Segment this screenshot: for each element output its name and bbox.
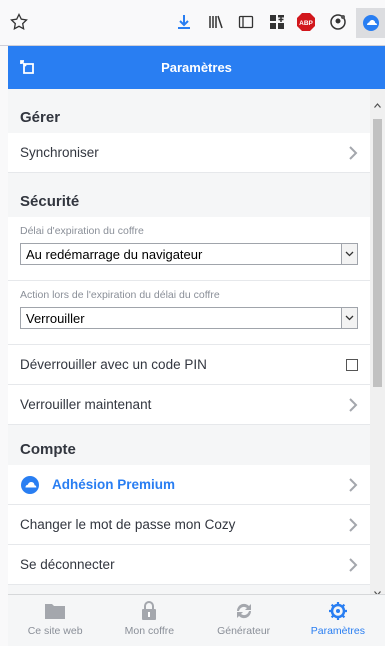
tab-generator[interactable]: Générateur xyxy=(197,595,291,646)
cozy-cloud-icon xyxy=(21,475,39,494)
lock-now-label: Verrouiller maintenant xyxy=(20,397,152,412)
timeout-value: Au redémarrage du navigateur xyxy=(26,246,203,262)
action-field: Action lors de l'expiration du délai du … xyxy=(8,281,370,345)
scroll-up-icon[interactable] xyxy=(374,95,381,113)
chevron-right-icon xyxy=(349,517,358,532)
chevron-down-icon xyxy=(341,244,357,264)
chevron-right-icon xyxy=(349,145,358,160)
adblock-label: ABP xyxy=(299,20,313,27)
reader-icon[interactable] xyxy=(234,10,258,34)
action-select[interactable]: Verrouiller xyxy=(20,307,358,329)
lock-icon xyxy=(142,601,157,620)
tab-label: Mon coffre xyxy=(124,625,175,637)
download-icon[interactable] xyxy=(172,10,196,34)
adblock-icon[interactable]: ABP xyxy=(294,10,318,34)
browser-toolbar: ABP xyxy=(0,0,385,46)
chevron-right-icon xyxy=(349,557,358,572)
folder-icon xyxy=(45,604,66,619)
action-value: Verrouiller xyxy=(26,310,85,326)
section-title-security: Sécurité xyxy=(20,193,80,210)
sync-row[interactable]: Synchroniser xyxy=(8,133,370,173)
account-icon[interactable] xyxy=(326,10,350,34)
cozy-icon[interactable] xyxy=(356,8,385,38)
premium-label: Adhésion Premium xyxy=(52,477,176,492)
action-label: Action lors de l'expiration du délai du … xyxy=(20,289,220,301)
refresh-icon xyxy=(236,603,251,619)
chevron-down-icon xyxy=(341,308,357,328)
gear-icon xyxy=(328,602,347,620)
timeout-label: Délai d'expiration du coffre xyxy=(20,225,144,237)
tab-label: Paramètres xyxy=(310,625,366,637)
tab-label: Ce site web xyxy=(27,625,83,637)
change-password-row[interactable]: Changer le mot de passe mon Cozy xyxy=(8,505,370,545)
timeout-select[interactable]: Au redémarrage du navigateur xyxy=(20,243,358,265)
section-title-account: Compte xyxy=(20,441,76,458)
extensions-icon[interactable] xyxy=(265,10,289,34)
chevron-right-icon xyxy=(349,397,358,412)
tab-settings[interactable]: Paramètres xyxy=(291,595,385,646)
section-title-manage: Gérer xyxy=(20,109,61,126)
scrollbar-thumb[interactable] xyxy=(373,119,382,387)
timeout-field: Délai d'expiration du coffre Au redémarr… xyxy=(8,217,370,281)
logout-row[interactable]: Se déconnecter xyxy=(8,545,370,585)
sync-label: Synchroniser xyxy=(20,145,99,160)
pin-checkbox[interactable] xyxy=(346,358,358,371)
tab-label: Générateur xyxy=(217,625,271,637)
tab-vault[interactable]: Mon coffre xyxy=(102,595,196,646)
library-icon[interactable] xyxy=(204,10,228,34)
pin-label: Déverrouiller avec un code PIN xyxy=(20,357,207,372)
page-title: Paramètres xyxy=(161,60,232,75)
pin-row[interactable]: Déverrouiller avec un code PIN xyxy=(8,345,370,385)
chevron-right-icon xyxy=(349,477,358,492)
settings-header: Paramètres xyxy=(8,46,385,89)
lock-now-row[interactable]: Verrouiller maintenant xyxy=(8,385,370,425)
scrollbar[interactable] xyxy=(370,89,385,596)
premium-row[interactable]: Adhésion Premium xyxy=(8,465,370,505)
change-password-label: Changer le mot de passe mon Cozy xyxy=(20,517,236,532)
logout-label: Se déconnecter xyxy=(20,557,115,572)
settings-content: Gérer Synchroniser Sécurité Délai d'expi… xyxy=(8,89,370,594)
bottom-tab-bar: Ce site web Mon coffre Générateur Paramè… xyxy=(8,594,385,646)
star-icon[interactable] xyxy=(7,10,31,34)
tab-current-site[interactable]: Ce site web xyxy=(8,595,102,646)
